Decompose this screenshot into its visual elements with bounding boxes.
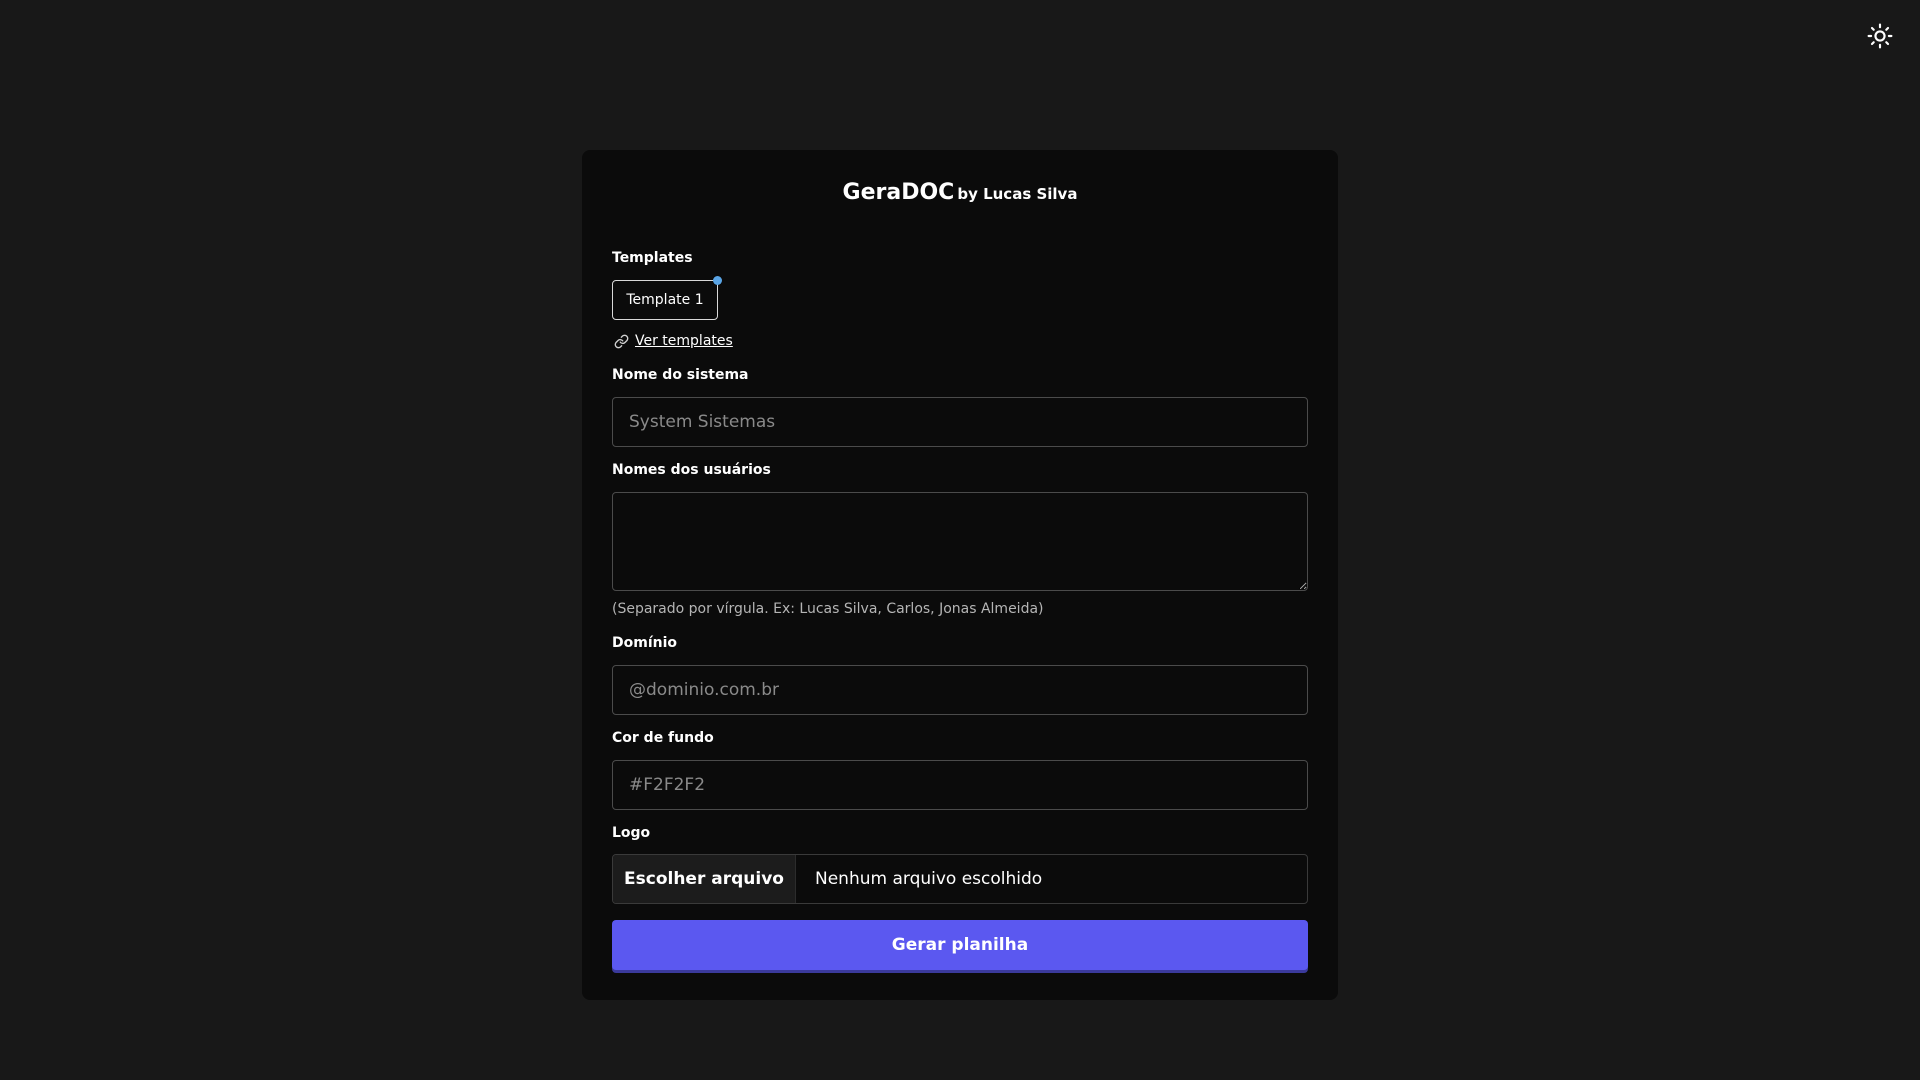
generate-spreadsheet-button[interactable]: Gerar planilha bbox=[612, 920, 1308, 970]
system-name-input[interactable] bbox=[612, 397, 1308, 447]
app-subtitle: by Lucas Silva bbox=[957, 185, 1078, 203]
logo-label: Logo bbox=[612, 825, 651, 841]
background-color-label: Cor de fundo bbox=[612, 730, 714, 746]
theme-toggle-button[interactable] bbox=[1862, 18, 1898, 54]
template-option-label: Template 1 bbox=[626, 292, 704, 308]
choose-file-button[interactable]: Escolher arquivo bbox=[613, 855, 796, 903]
users-hint: (Separado por vírgula. Ex: Lucas Silva, … bbox=[612, 601, 1044, 617]
file-status-text: Nenhum arquivo escolhido bbox=[815, 869, 1043, 889]
view-templates-link[interactable]: Ver templates bbox=[614, 333, 733, 349]
view-templates-label[interactable]: Ver templates bbox=[635, 333, 733, 349]
logo-file-input[interactable]: Escolher arquivo Nenhum arquivo escolhid… bbox=[612, 854, 1308, 904]
domain-label: Domínio bbox=[612, 635, 678, 651]
templates-label: Templates bbox=[612, 250, 693, 266]
sun-icon bbox=[1867, 23, 1893, 49]
domain-input[interactable] bbox=[612, 665, 1308, 715]
selected-indicator bbox=[713, 276, 722, 285]
background-color-input[interactable] bbox=[612, 760, 1308, 810]
app-title: GeraDOC bbox=[842, 180, 955, 205]
users-textarea[interactable] bbox=[612, 492, 1308, 591]
page-title: GeraDOC by Lucas Silva bbox=[582, 180, 1338, 205]
system-name-label: Nome do sistema bbox=[612, 367, 749, 383]
link-icon bbox=[614, 334, 629, 348]
users-label: Nomes dos usuários bbox=[612, 462, 771, 478]
template-option-1[interactable]: Template 1 bbox=[612, 276, 722, 320]
form-card: GeraDOC by Lucas Silva Templates Template… bbox=[582, 150, 1338, 1000]
